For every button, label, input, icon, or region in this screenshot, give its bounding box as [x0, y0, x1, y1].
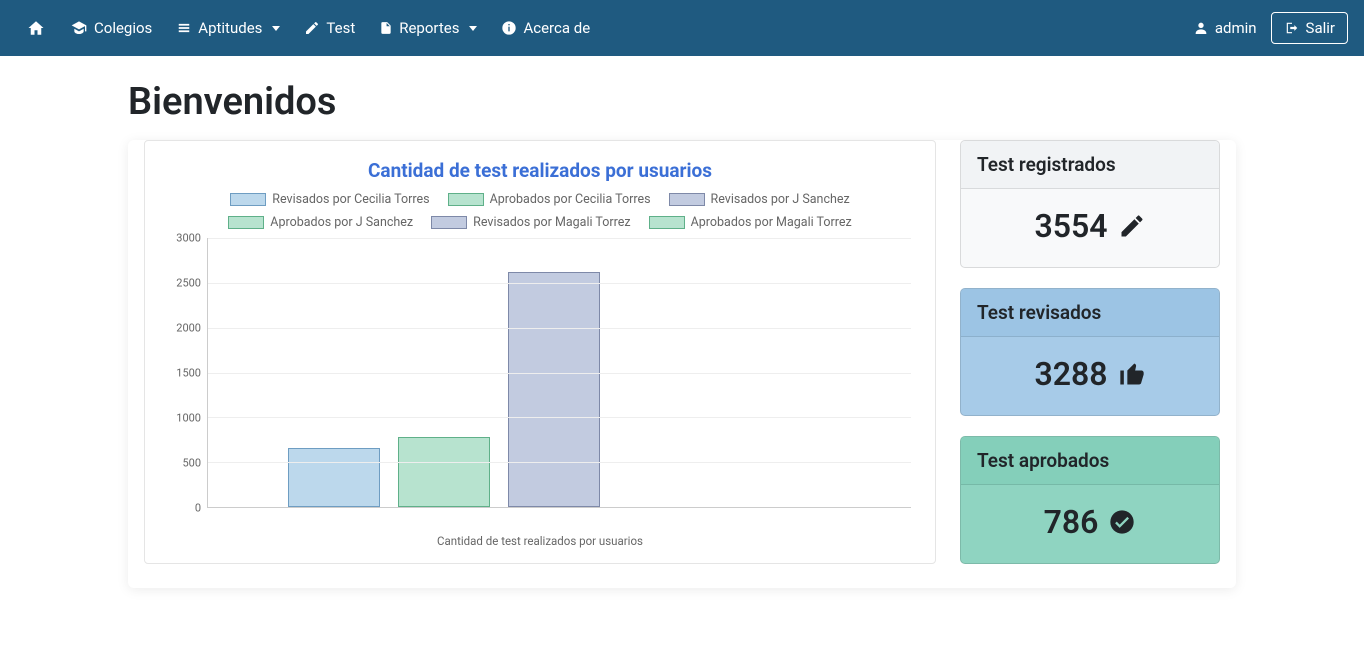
legend-item[interactable]: Revisados por J Sanchez: [669, 192, 850, 207]
y-tick: 1500: [176, 367, 201, 380]
chart-bar[interactable]: [508, 272, 600, 507]
logout-button-label: Salir: [1306, 19, 1335, 37]
nav-reportes-label: Reportes: [399, 19, 459, 37]
chevron-down-icon: [272, 26, 280, 31]
nav-home[interactable]: [16, 11, 56, 45]
y-tick: 2000: [176, 322, 201, 335]
nav-test-label: Test: [326, 19, 355, 37]
legend-swatch: [228, 216, 264, 229]
legend-label: Aprobados por Cecilia Torres: [490, 192, 651, 207]
nav-user[interactable]: admin: [1183, 11, 1267, 45]
legend-label: Revisados por Cecilia Torres: [272, 192, 429, 207]
legend-item[interactable]: Aprobados por J Sanchez: [228, 215, 413, 230]
nav-acerca-label: Acerca de: [523, 19, 590, 37]
list-icon: [176, 21, 192, 35]
user-icon: [1193, 20, 1209, 36]
legend-swatch: [230, 193, 266, 206]
legend-item[interactable]: Revisados por Magali Torrez: [431, 215, 630, 230]
y-tick: 3000: [176, 232, 201, 245]
pencil-icon: [1118, 212, 1146, 240]
legend-swatch: [431, 216, 467, 229]
legend-label: Aprobados por J Sanchez: [270, 215, 413, 230]
legend-label: Revisados por J Sanchez: [711, 192, 850, 207]
nav-right: admin Salir: [1183, 11, 1348, 45]
stat-card-reviewed: Test revisados 3288: [960, 288, 1220, 416]
nav-acerca[interactable]: Acerca de: [491, 11, 600, 45]
chart-bar[interactable]: [398, 437, 490, 507]
navbar: Colegios Aptitudes Test Reportes: [0, 0, 1364, 56]
home-icon: [26, 19, 46, 37]
nav-colegios[interactable]: Colegios: [60, 11, 162, 45]
legend-swatch: [669, 193, 705, 206]
legend-item[interactable]: Aprobados por Cecilia Torres: [448, 192, 651, 207]
stat-reviewed-value: 3288: [1034, 355, 1107, 393]
y-tick: 0: [195, 502, 201, 515]
chart-bar[interactable]: [288, 448, 380, 507]
check-circle-icon: [1108, 508, 1136, 536]
file-icon: [379, 20, 393, 36]
nav-user-label: admin: [1215, 19, 1257, 37]
stats-column: Test registrados 3554 Test revisados 328…: [960, 140, 1220, 564]
gridline: [208, 328, 911, 329]
gridline: [208, 283, 911, 284]
nav-aptitudes-label: Aptitudes: [198, 19, 262, 37]
gridline: [208, 238, 911, 239]
legend-swatch: [649, 216, 685, 229]
thumbs-up-icon: [1118, 360, 1146, 388]
gridline: [208, 373, 911, 374]
legend-label: Aprobados por Magali Torrez: [691, 215, 852, 230]
info-icon: [501, 20, 517, 36]
nav-test[interactable]: Test: [294, 11, 365, 45]
nav-colegios-label: Colegios: [94, 19, 152, 37]
chevron-down-icon: [469, 26, 477, 31]
nav-aptitudes[interactable]: Aptitudes: [166, 11, 290, 45]
y-tick: 1000: [176, 412, 201, 425]
stat-reviewed-label: Test revisados: [961, 289, 1219, 337]
stat-card-approved: Test aprobados 786: [960, 436, 1220, 564]
stat-registered-value: 3554: [1034, 207, 1107, 245]
pen-square-icon: [304, 20, 320, 36]
chart-card: Cantidad de test realizados por usuarios…: [144, 140, 936, 564]
chart-plot: [207, 238, 911, 508]
stat-approved-value: 786: [1044, 503, 1099, 541]
page-title: Bienvenidos: [128, 80, 1236, 124]
gridline: [208, 462, 911, 463]
chart-y-axis: 050010001500200025003000: [167, 238, 207, 508]
legend-label: Revisados por Magali Torrez: [473, 215, 630, 230]
y-tick: 2500: [176, 277, 201, 290]
stat-card-registered: Test registrados 3554: [960, 140, 1220, 268]
logout-button[interactable]: Salir: [1271, 12, 1348, 44]
stat-approved-label: Test aprobados: [961, 437, 1219, 485]
sign-out-icon: [1284, 21, 1300, 35]
school-icon: [70, 20, 88, 36]
chart-x-label: Cantidad de test realizados por usuarios: [157, 534, 923, 548]
legend-item[interactable]: Revisados por Cecilia Torres: [230, 192, 429, 207]
nav-left: Colegios Aptitudes Test Reportes: [16, 11, 600, 45]
nav-reportes[interactable]: Reportes: [369, 11, 487, 45]
y-tick: 500: [182, 457, 201, 470]
stat-registered-label: Test registrados: [961, 141, 1219, 189]
chart-title: Cantidad de test realizados por usuarios: [157, 159, 923, 182]
chart-legend: Revisados por Cecilia Torres Aprobados po…: [220, 192, 860, 230]
gridline: [208, 417, 911, 418]
legend-swatch: [448, 193, 484, 206]
main-container: Bienvenidos Cantidad de test realizados …: [112, 56, 1252, 612]
legend-item[interactable]: Aprobados por Magali Torrez: [649, 215, 852, 230]
chart-area: 050010001500200025003000: [207, 238, 911, 528]
dashboard-panel: Cantidad de test realizados por usuarios…: [128, 140, 1236, 588]
